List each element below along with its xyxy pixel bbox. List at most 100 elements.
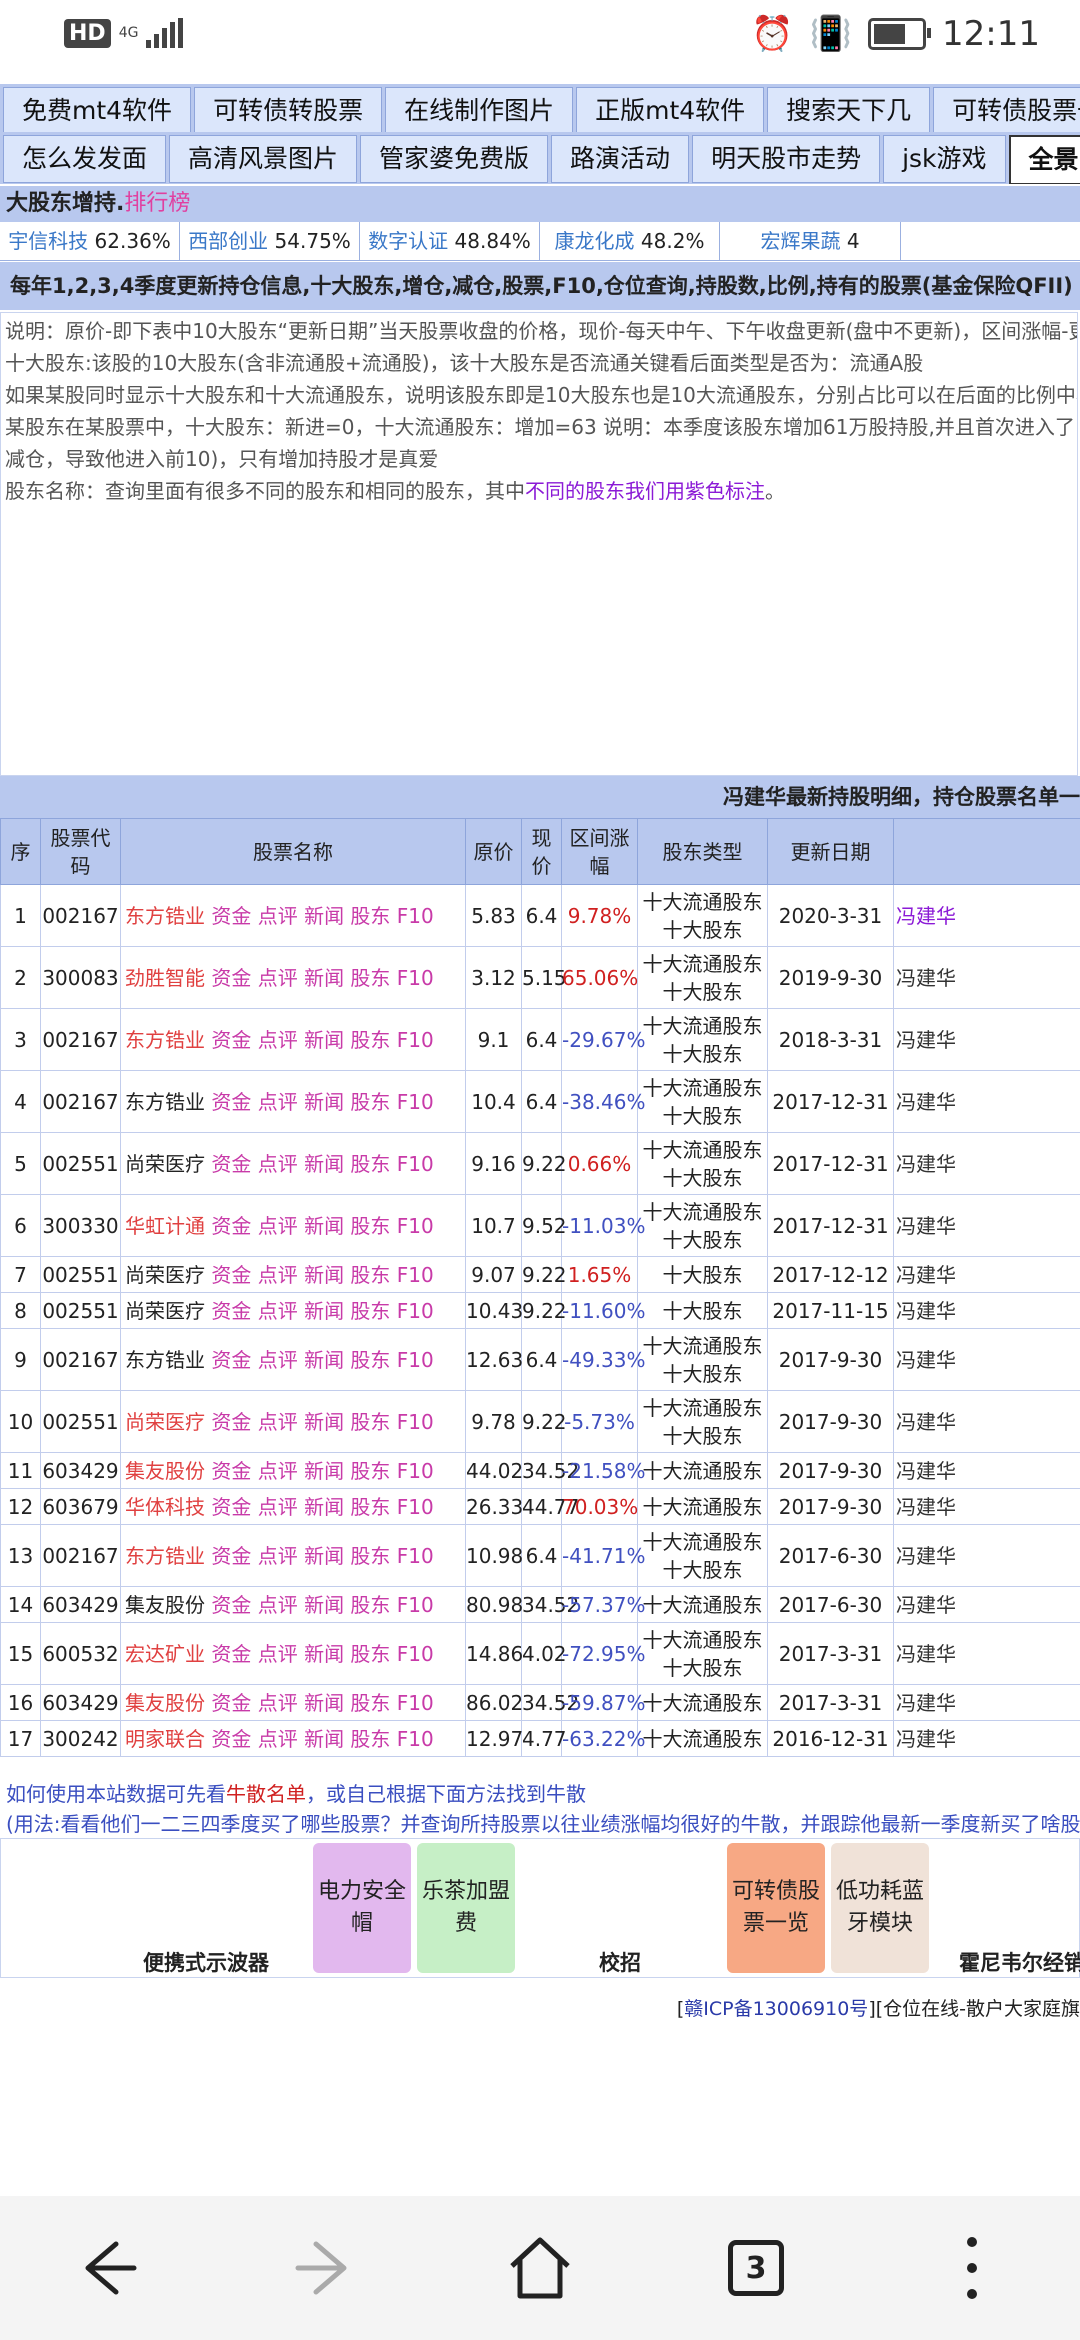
ad-button[interactable]: 电力安全帽 [313, 1843, 411, 1973]
rank-link[interactable]: 排行榜 [124, 191, 190, 216]
nav-link[interactable]: 高清风景图片 [169, 135, 358, 183]
stock-links[interactable]: 资金 点评 新闻 股东 F10 [211, 1495, 433, 1519]
stock-links[interactable]: 资金 点评 新闻 股东 F10 [211, 1263, 433, 1287]
stock-name-link[interactable]: 尚荣医疗 [125, 1152, 205, 1176]
ad-text-link[interactable]: 便携式示波器 [143, 1947, 269, 1977]
cell-cur: 34.52 [521, 1586, 579, 1623]
holder-link[interactable]: 冯建华 [896, 1263, 956, 1287]
stock-links[interactable]: 资金 点评 新闻 股东 F10 [211, 1299, 433, 1323]
stock-links[interactable]: 资金 点评 新闻 股东 F10 [211, 1348, 433, 1372]
holder-link[interactable]: 冯建华 [896, 1593, 956, 1617]
col-holder [893, 818, 1080, 885]
holder-link[interactable]: 冯建华 [896, 1727, 956, 1751]
holder-link[interactable]: 冯建华 [896, 1544, 956, 1568]
cell-code: 002551 [40, 1132, 121, 1195]
holder-link[interactable]: 冯建华 [896, 1090, 956, 1114]
stock-links[interactable]: 资金 点评 新闻 股东 F10 [211, 1544, 433, 1568]
more-menu-icon[interactable] [936, 2232, 1008, 2304]
nav-link[interactable]: 正版mt4软件 [576, 87, 765, 135]
stock-links[interactable]: 资金 点评 新闻 股东 F10 [211, 1090, 433, 1114]
ad-button[interactable]: 可转债股票一览 [727, 1843, 825, 1973]
nav-link[interactable]: 路演活动 [551, 135, 690, 183]
holder-link[interactable]: 冯建华 [896, 1348, 956, 1372]
ticker-item[interactable]: 宇信科技 62.36% [0, 222, 180, 260]
stock-links[interactable]: 资金 点评 新闻 股东 F10 [211, 1642, 433, 1666]
ticker-item[interactable]: 康龙化成 48.2% [540, 222, 720, 260]
ad-button[interactable]: 乐茶加盟费 [417, 1843, 515, 1973]
holder-link[interactable]: 冯建华 [896, 1410, 956, 1434]
stock-name-link[interactable]: 劲胜智能 [125, 966, 205, 990]
stock-name-link[interactable]: 东方锆业 [125, 1544, 205, 1568]
tabs-icon[interactable]: 3 [720, 2232, 792, 2304]
table-row: 10 002551 尚荣医疗 资金 点评 新闻 股东 F10 9.78 9.22 -5.7… [0, 1390, 1080, 1453]
ad-text-link[interactable]: 校招 [599, 1947, 641, 1977]
cell-cur: 4.77 [521, 1720, 567, 1757]
holder-link[interactable]: 冯建华 [896, 904, 956, 928]
stock-name-link[interactable]: 东方锆业 [125, 904, 205, 928]
stock-links[interactable]: 资金 点评 新闻 股东 F10 [211, 1593, 433, 1617]
stock-name-link[interactable]: 尚荣医疗 [125, 1299, 205, 1323]
stock-name-link[interactable]: 集友股份 [125, 1459, 205, 1483]
ticker-item[interactable]: 西部创业 54.75% [180, 222, 360, 260]
stock-name-link[interactable]: 集友股份 [125, 1691, 205, 1715]
nav-link[interactable]: 可转债转股票 [194, 87, 383, 135]
stock-name-link[interactable]: 东方锆业 [125, 1028, 205, 1052]
forward-icon[interactable] [288, 2232, 360, 2304]
ticker-item[interactable]: 宏辉果蔬 4 [720, 222, 901, 260]
stock-links[interactable]: 资金 点评 新闻 股东 F10 [211, 1214, 433, 1238]
holder-link[interactable]: 冯建华 [896, 1299, 956, 1323]
holder-link[interactable]: 冯建华 [896, 1691, 956, 1715]
holder-link[interactable]: 冯建华 [896, 1459, 956, 1483]
stock-links[interactable]: 资金 点评 新闻 股东 F10 [211, 904, 433, 928]
nav-link[interactable]: 在线制作图片 [385, 87, 574, 135]
icp-link[interactable]: 赣ICP备13006910号 [684, 1998, 868, 2020]
stock-links[interactable]: 资金 点评 新闻 股东 F10 [211, 1727, 433, 1751]
home-icon[interactable] [504, 2232, 576, 2304]
stock-links[interactable]: 资金 点评 新闻 股东 F10 [211, 1152, 433, 1176]
ad-text-link[interactable]: 霍尼韦尔经销 [959, 1947, 1080, 1977]
stock-name-link[interactable]: 宏达矿业 [125, 1642, 205, 1666]
holder-link[interactable]: 冯建华 [896, 1495, 956, 1519]
nav-link-active[interactable]: 全景网路 [1008, 135, 1080, 184]
stock-name-link[interactable]: 尚荣医疗 [125, 1263, 205, 1287]
stock-name-link[interactable]: 华体科技 [125, 1495, 205, 1519]
niusan-list-link[interactable]: 牛散名单 [226, 1782, 306, 1806]
stock-links[interactable]: 资金 点评 新闻 股东 F10 [211, 1028, 433, 1052]
nav-link[interactable]: 管家婆免费版 [360, 135, 549, 183]
stock-name-link[interactable]: 尚荣医疗 [125, 1410, 205, 1434]
col-chg: 区间涨幅 [561, 818, 638, 885]
cell-type: 十大股东 [637, 1292, 768, 1329]
cell-date: 2018-3-31 [767, 1008, 894, 1071]
cell-date: 2020-3-31 [767, 884, 894, 947]
cell-date: 2017-9-30 [767, 1452, 894, 1489]
stock-links[interactable]: 资金 点评 新闻 股东 F10 [211, 1410, 433, 1434]
stock-name-link[interactable]: 集友股份 [125, 1593, 205, 1617]
holder-link[interactable]: 冯建华 [896, 1214, 956, 1238]
nav-link[interactable]: 搜索天下几 [767, 87, 931, 135]
holder-link[interactable]: 冯建华 [896, 1152, 956, 1176]
stock-name-link[interactable]: 华虹计通 [125, 1214, 205, 1238]
cell-code: 300242 [40, 1720, 121, 1757]
holder-link[interactable]: 冯建华 [896, 1028, 956, 1052]
ticker-item[interactable]: 数字认证 48.84% [360, 222, 540, 260]
cell-chg: -63.22% [561, 1720, 645, 1757]
nav-link[interactable]: 明天股市走势 [692, 135, 881, 183]
nav-link[interactable]: 免费mt4软件 [3, 87, 192, 135]
stock-name-link[interactable]: 东方锆业 [125, 1090, 205, 1114]
stock-links[interactable]: 资金 点评 新闻 股东 F10 [211, 1691, 433, 1715]
holder-link[interactable]: 冯建华 [896, 1642, 956, 1666]
ad-button[interactable]: 低功耗蓝牙模块 [831, 1843, 929, 1973]
back-icon[interactable] [72, 2232, 144, 2304]
stock-links[interactable]: 资金 点评 新闻 股东 F10 [211, 966, 433, 990]
holder-link[interactable]: 冯建华 [896, 966, 956, 990]
nav-link[interactable]: jsk游戏 [883, 135, 1006, 183]
nav-link[interactable]: 怎么发发面 [3, 135, 167, 183]
cell-seq: 6 [0, 1194, 41, 1257]
cell-date: 2016-12-31 [767, 1720, 894, 1757]
cell-seq: 8 [0, 1292, 41, 1329]
stock-name-link[interactable]: 东方锆业 [125, 1348, 205, 1372]
nav-link[interactable]: 可转债股票一 [933, 87, 1080, 135]
table-row: 1 002167 东方锆业 资金 点评 新闻 股东 F10 5.83 6.4 9.78% 十… [0, 884, 1080, 947]
stock-name-link[interactable]: 明家联合 [125, 1727, 205, 1751]
stock-links[interactable]: 资金 点评 新闻 股东 F10 [211, 1459, 433, 1483]
